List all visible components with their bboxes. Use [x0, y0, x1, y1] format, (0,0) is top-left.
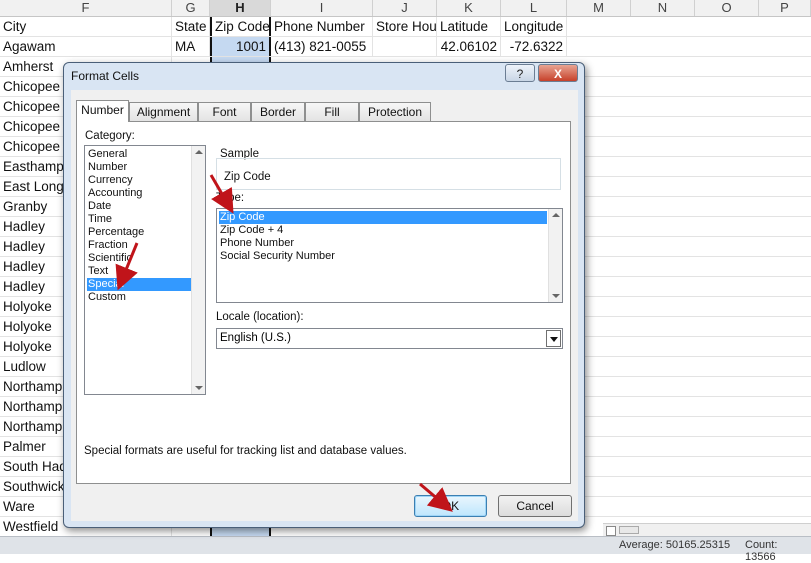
category-item[interactable]: Custom	[87, 291, 192, 304]
status-count: Count: 13566	[745, 539, 778, 563]
table-row: City State Zip Code Phone Number Store H…	[0, 17, 811, 37]
column-header-h[interactable]: H	[210, 0, 271, 16]
cell-latitude[interactable]: 42.06102	[437, 37, 501, 56]
category-label: Category:	[85, 130, 135, 142]
cell-city-header[interactable]: City	[0, 17, 172, 36]
tab-font[interactable]: Font	[198, 102, 251, 121]
tab-border[interactable]: Border	[251, 102, 305, 121]
category-list[interactable]: General Number Currency Accounting Date Time P…	[84, 145, 206, 395]
column-header-j[interactable]: J	[373, 0, 437, 16]
tab-fill[interactable]: Fill	[305, 102, 359, 121]
column-header-p[interactable]: P	[759, 0, 811, 16]
locale-value: English (U.S.)	[220, 332, 291, 344]
category-scrollbar[interactable]	[191, 146, 205, 394]
type-scrollbar[interactable]	[548, 209, 562, 302]
cell-zip[interactable]: 1001	[210, 37, 271, 56]
type-item[interactable]: Zip Code + 4	[219, 224, 547, 237]
scroll-up-icon[interactable]	[195, 150, 203, 154]
close-button[interactable]: X	[538, 64, 578, 82]
scroll-down-icon[interactable]	[195, 386, 203, 390]
cell-longitude[interactable]: -72.6322	[501, 37, 567, 56]
scroll-up-icon[interactable]	[552, 213, 560, 217]
tab-number[interactable]: Number	[76, 100, 129, 122]
category-item[interactable]: Fraction	[87, 239, 192, 252]
cell-store-hours[interactable]	[373, 37, 437, 56]
scroll-down-icon[interactable]	[552, 294, 560, 298]
category-item[interactable]: Accounting	[87, 187, 192, 200]
type-item[interactable]: Social Security Number	[219, 250, 547, 263]
cell-latitude-header[interactable]: Latitude	[437, 17, 501, 36]
category-item[interactable]: Text	[87, 265, 192, 278]
category-item[interactable]: General	[87, 148, 192, 161]
cell-zip-header[interactable]: Zip Code	[210, 17, 271, 36]
scroll-thumb[interactable]	[619, 526, 639, 534]
type-item[interactable]: Phone Number	[219, 237, 547, 250]
category-item[interactable]: Percentage	[87, 226, 192, 239]
scroll-left-icon[interactable]	[606, 526, 616, 536]
cell-phone[interactable]: (413) 821-0055	[271, 37, 373, 56]
column-headers: F G H I J K L M N O P	[0, 0, 811, 17]
dialog-titlebar[interactable]: Format Cells ? X	[64, 63, 584, 89]
format-cells-dialog: Format Cells ? X Number Alignment Font B…	[63, 62, 585, 528]
cell-state-header[interactable]: State	[172, 17, 210, 36]
cancel-button[interactable]: Cancel	[498, 495, 572, 517]
help-button[interactable]: ?	[505, 64, 535, 82]
locale-dropdown[interactable]: English (U.S.)	[216, 328, 563, 349]
ok-button[interactable]: OK	[414, 495, 487, 517]
tab-alignment[interactable]: Alignment	[129, 102, 198, 121]
category-item[interactable]: Special	[87, 278, 192, 291]
sample-box: Zip Code	[216, 158, 561, 190]
cell-state[interactable]: MA	[172, 37, 210, 56]
type-item[interactable]: Zip Code	[219, 211, 547, 224]
column-header-i[interactable]: I	[271, 0, 373, 16]
locale-label: Locale (location):	[216, 311, 304, 323]
format-description: Special formats are useful for tracking …	[84, 445, 407, 457]
tab-protection[interactable]: Protection	[359, 102, 431, 121]
cell-city[interactable]: Agawam	[0, 37, 172, 56]
column-header-m[interactable]: M	[567, 0, 631, 16]
cell-store-hours-header[interactable]: Store Hou	[373, 17, 437, 36]
column-header-n[interactable]: N	[631, 0, 695, 16]
number-tab-panel: Category: General Number Currency Accountin…	[76, 121, 571, 484]
category-item[interactable]: Currency	[87, 174, 192, 187]
dialog-body: Number Alignment Font Border Fill Protec…	[71, 90, 578, 521]
column-header-g[interactable]: G	[172, 0, 210, 16]
chevron-down-icon	[550, 337, 558, 342]
category-item[interactable]: Scientific	[87, 252, 192, 265]
column-header-k[interactable]: K	[437, 0, 501, 16]
cell-longitude-header[interactable]: Longitude	[501, 17, 567, 36]
cell-phone-header[interactable]: Phone Number	[271, 17, 373, 36]
status-average: Average: 50165.25315	[619, 539, 731, 551]
column-header-f[interactable]: F	[0, 0, 172, 16]
horizontal-scrollbar[interactable]	[603, 523, 811, 537]
sample-value: Zip Code	[224, 171, 271, 183]
column-header-o[interactable]: O	[695, 0, 759, 16]
type-label: Type:	[216, 192, 245, 204]
dialog-title: Format Cells	[71, 69, 140, 83]
status-bar: Average: 50165.25315 Count: 13566	[0, 536, 811, 563]
category-item[interactable]: Time	[87, 213, 192, 226]
dropdown-button[interactable]	[546, 330, 561, 347]
type-list[interactable]: Zip Code Zip Code + 4 Phone Number Social S…	[216, 208, 563, 303]
column-header-l[interactable]: L	[501, 0, 567, 16]
category-item[interactable]: Number	[87, 161, 192, 174]
table-row: Agawam MA 1001 (413) 821-0055 42.06102 -…	[0, 37, 811, 57]
category-item[interactable]: Date	[87, 200, 192, 213]
